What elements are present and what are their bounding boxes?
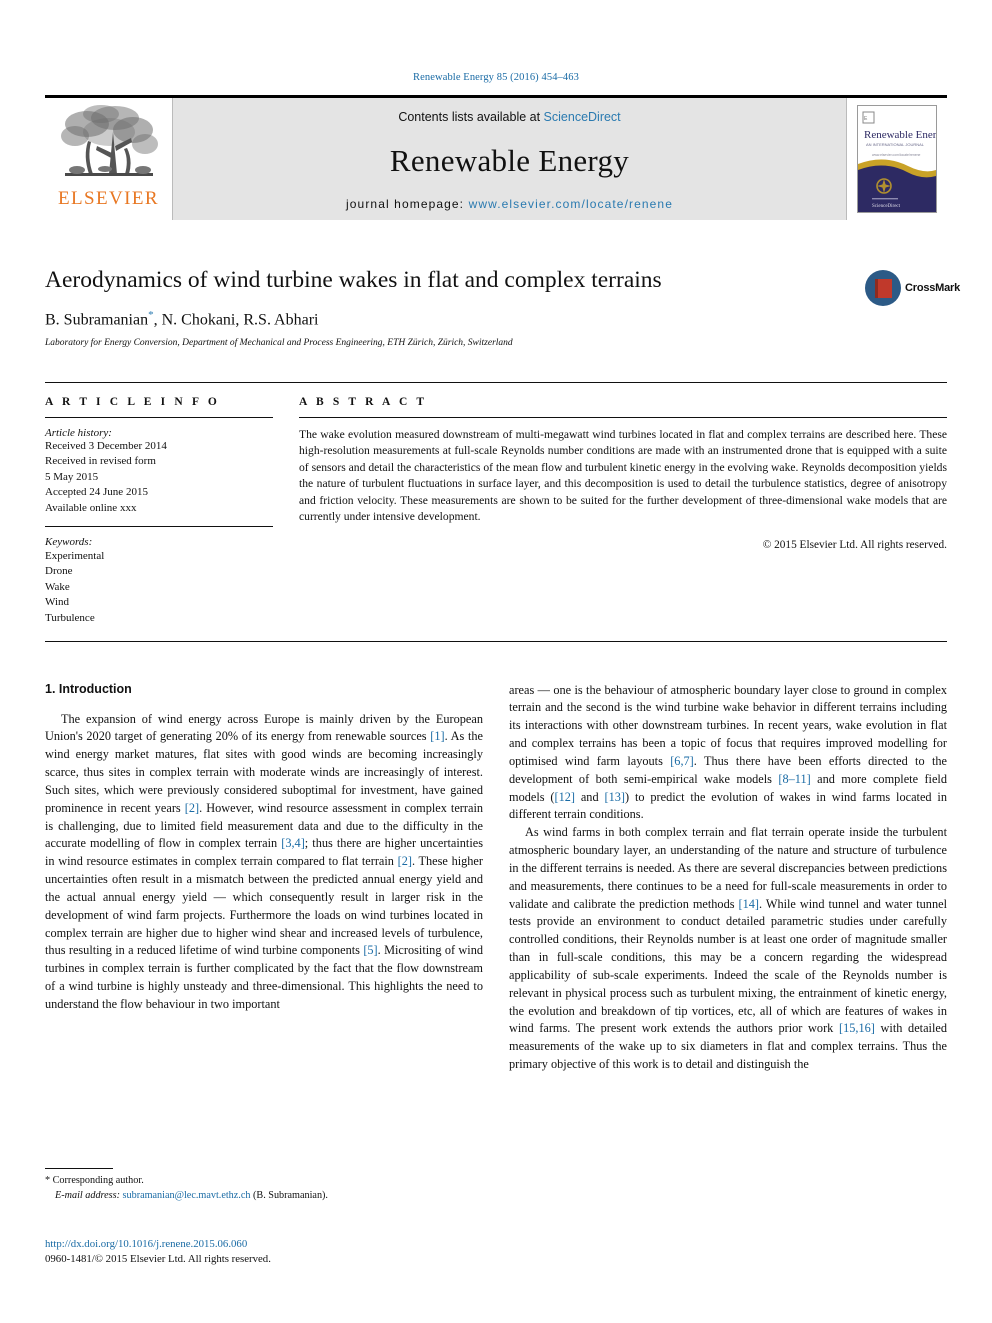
elsevier-logo: ELSEVIER (45, 98, 173, 220)
body-columns: 1. Introduction The expansion of wind en… (45, 682, 947, 1074)
author-primary: B. Subramanian (45, 311, 149, 329)
email-link[interactable]: subramanian@lec.mavt.ethz.ch (123, 1190, 251, 1201)
abstract-text: The wake evolution measured downstream o… (299, 427, 947, 524)
citation-link[interactable]: [3,4] (281, 836, 305, 850)
keyword-item: Wind (45, 596, 69, 609)
abstract-heading: A B S T R A C T (299, 395, 428, 408)
svg-text:Renewable Energy: Renewable Energy (864, 129, 937, 141)
keywords-label: Keywords: (45, 535, 93, 548)
author-list: B. Subramanian*, N. Chokani, R.S. Abhari (45, 309, 947, 329)
page-title: Aerodynamics of wind turbine wakes in fl… (45, 267, 662, 293)
email-note: E-mail address: subramanian@lec.mavt.eth… (45, 1189, 485, 1204)
citation-link[interactable]: [2] (398, 854, 412, 868)
homepage-link[interactable]: www.elsevier.com/locate/renene (469, 197, 673, 211)
info-abstract-bottom-rule (45, 640, 947, 642)
keyword-item: Drone (45, 565, 73, 578)
title-block: Aerodynamics of wind turbine wakes in fl… (45, 266, 960, 348)
body-column-right: areas — one is the behaviour of atmosphe… (509, 682, 947, 1074)
keyword-item: Experimental (45, 549, 105, 562)
journal-cover-thumbnail[interactable]: E Renewable Energy AN INTERNATIONAL JOUR… (846, 98, 947, 220)
svg-text:AN INTERNATIONAL JOURNAL: AN INTERNATIONAL JOURNAL (866, 142, 925, 147)
article-history-item: Accepted 24 June 2015 (45, 486, 148, 499)
journal-title: Renewable Energy (389, 142, 630, 178)
footer-block: http://dx.doi.org/10.1016/j.renene.2015.… (45, 1238, 505, 1265)
paragraph-text: . These higher uncertainties often resul… (45, 854, 483, 958)
footnote-divider (45, 1168, 113, 1169)
running-head: Renewable Energy 85 (2016) 454–463 (413, 72, 579, 83)
journal-cover-image: E Renewable Energy AN INTERNATIONAL JOUR… (857, 105, 937, 213)
footnote-block: * Corresponding author. E-mail address: … (45, 1168, 485, 1204)
email-label: E-mail address: (55, 1189, 120, 1201)
article-history-item: Available online xxx (45, 501, 137, 514)
elsevier-wordmark: ELSEVIER (58, 188, 159, 209)
citation-link[interactable]: [8–11] (778, 772, 810, 786)
article-history-item: Received in revised form (45, 455, 156, 468)
section-heading-introduction: 1. Introduction (45, 681, 132, 696)
keyword-item: Turbulence (45, 612, 95, 624)
crossmark-circle-icon (865, 270, 901, 306)
homepage-prefix: journal homepage: (346, 197, 469, 211)
doi-link[interactable]: http://dx.doi.org/10.1016/j.renene.2015.… (45, 1238, 505, 1250)
body-column-left: 1. Introduction The expansion of wind en… (45, 682, 483, 1074)
info-abstract-section: A R T I C L E I N F O Article history: R… (45, 381, 947, 627)
divider (45, 525, 273, 527)
issn-copyright-line: 0960-1481/© 2015 Elsevier Ltd. All right… (45, 1253, 271, 1265)
keywords-list: Experimental Drone Wake Wind Turbulence (45, 549, 273, 627)
email-owner: (B. Subramanian). (253, 1189, 328, 1201)
citation-link[interactable]: [6,7] (670, 754, 694, 768)
paragraph-text: and (574, 789, 605, 804)
svg-text:ScienceDirect: ScienceDirect (872, 204, 901, 209)
journal-masthead: ELSEVIER Contents lists available at Sci… (45, 95, 947, 220)
author-others: , N. Chokani, R.S. Abhari (153, 311, 319, 329)
journal-homepage-line: journal homepage: www.elsevier.com/locat… (346, 197, 673, 211)
divider (45, 416, 273, 418)
article-page: Renewable Energy 85 (2016) 454–463 ELSEV… (0, 0, 992, 1323)
article-history-item: Received 3 December 2014 (45, 439, 167, 452)
sciencedirect-link[interactable]: ScienceDirect (544, 110, 621, 124)
corresponding-author-note: * Corresponding author. (45, 1175, 144, 1186)
contents-available-line: Contents lists available at ScienceDirec… (398, 110, 620, 124)
citation-link[interactable]: [1] (430, 729, 444, 743)
paragraph: As wind farms in both complex terrain an… (509, 824, 947, 1074)
citation-link[interactable]: [15,16] (839, 1021, 875, 1035)
crossmark-badge[interactable]: CrossMark (865, 268, 960, 308)
article-history-item: 5 May 2015 (45, 470, 99, 483)
abstract-column: A B S T R A C T The wake evolution measu… (299, 396, 947, 627)
citation-link[interactable]: [14] (739, 897, 760, 911)
paragraph: areas — one is the behaviour of atmosphe… (509, 682, 947, 825)
paragraph: The expansion of wind energy across Euro… (45, 711, 483, 1014)
citation-link[interactable]: [12] (554, 790, 575, 804)
crossmark-label: CrossMark (905, 282, 961, 294)
masthead-center: Contents lists available at ScienceDirec… (173, 98, 846, 220)
paragraph-text: . While wind tunnel and water tunnel tes… (509, 896, 947, 1036)
abstract-copyright: © 2015 Elsevier Ltd. All rights reserved… (762, 538, 947, 551)
article-info-column: A R T I C L E I N F O Article history: R… (45, 396, 273, 627)
keyword-item: Wake (45, 580, 70, 593)
article-info-heading: A R T I C L E I N F O (45, 395, 220, 408)
svg-text:www.elsevier.com/locate/renene: www.elsevier.com/locate/renene (872, 153, 921, 157)
contents-prefix: Contents lists available at (398, 110, 544, 124)
citation-link[interactable]: [5] (363, 943, 377, 957)
citation-link[interactable]: [13] (604, 790, 625, 804)
elsevier-tree-icon (60, 105, 158, 176)
citation-link[interactable]: [2] (185, 801, 199, 815)
affiliation: Laboratory for Energy Conversion, Depart… (45, 337, 513, 348)
crossmark-book-icon (874, 278, 892, 298)
article-history-label: Article history: (45, 426, 112, 439)
paragraph-text: The expansion of wind energy across Euro… (45, 711, 483, 744)
divider (299, 416, 947, 418)
